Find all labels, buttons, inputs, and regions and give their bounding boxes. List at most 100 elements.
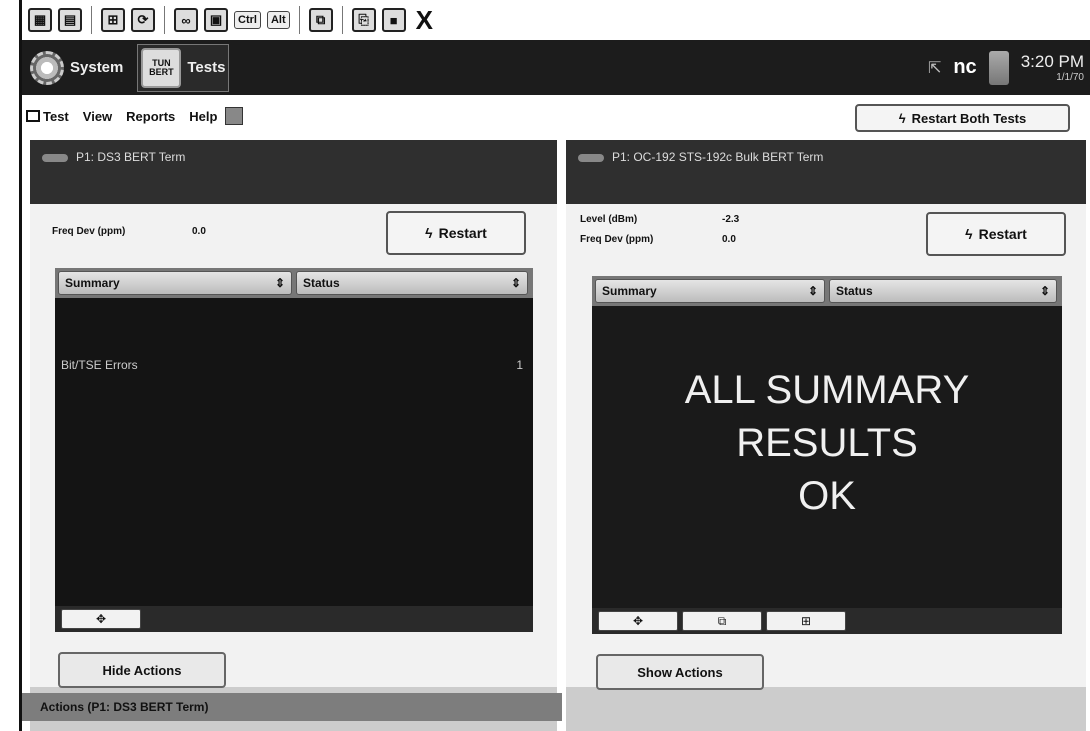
lightning-icon: ϟ <box>425 225 433 241</box>
message-line: RESULTS <box>736 420 918 465</box>
updown-icon: ⇕ <box>1039 284 1050 298</box>
system-label: System <box>70 59 124 76</box>
panel-header: P1: DS3 BERT Term <box>30 140 557 204</box>
result-grid: Bit/TSE Errors 1 <box>55 298 533 606</box>
battery-icon <box>988 50 1009 85</box>
network-icon[interactable]: ⊞ <box>101 8 125 32</box>
restart-both-label: Restart Both Tests <box>911 110 1027 126</box>
toolbar-divider <box>164 6 165 34</box>
summary-category-select[interactable]: Summary ⇕ <box>58 271 292 295</box>
restart-label: Restart <box>438 225 487 241</box>
ctrl-key-button[interactable]: Ctrl <box>234 11 261 29</box>
panel-title: P1: DS3 BERT Term <box>76 150 186 164</box>
pointer-icon: ⇱ <box>927 59 942 77</box>
restart-label: Restart <box>978 226 1027 242</box>
status-category-select[interactable]: Status ⇕ <box>829 279 1057 303</box>
tests-icon-bottom: BERT <box>149 66 174 77</box>
chart-icon[interactable]: ▦ <box>28 8 52 32</box>
freq-dev-value: 0.0 <box>192 226 206 237</box>
top-toolbar: ▦ ▤ ⊞ ⟳ ∞ ▣ Ctrl Alt ⧉ ⎘ ■ X <box>22 0 1090 40</box>
folder-icon[interactable]: ▣ <box>204 8 228 32</box>
help-book-icon[interactable] <box>225 107 244 125</box>
window-left-edge <box>0 0 22 731</box>
test-panel-right: P1: OC-192 STS-192c Bulk BERT Term Level… <box>566 140 1086 731</box>
summary-label: Summary <box>65 276 120 290</box>
result-value: 1 <box>516 358 523 372</box>
tests-label: Tests <box>187 59 226 76</box>
menu-help[interactable]: Help <box>189 109 217 124</box>
hide-actions-button[interactable]: Hide Actions <box>58 652 226 688</box>
menu-test[interactable]: Test <box>26 109 69 124</box>
move-icon: ✥ <box>632 614 644 628</box>
updown-icon: ⇕ <box>807 284 818 298</box>
status-category-select[interactable]: Status ⇕ <box>296 271 528 295</box>
result-row: Bit/TSE Errors 1 <box>61 358 523 372</box>
bert-test-icon: TUN BERT <box>141 47 182 88</box>
result-grid-header: Summary ⇕ Status ⇕ <box>55 268 533 298</box>
test-window-icon <box>26 110 40 122</box>
message-line: OK <box>798 473 856 518</box>
menu-view[interactable]: View <box>83 109 112 124</box>
panel-title: P1: OC-192 STS-192c Bulk BERT Term <box>612 150 824 164</box>
grid-footer: ✥ ⧉ ⊞ <box>592 608 1062 634</box>
restart-button[interactable]: ϟ Restart <box>386 211 526 255</box>
summary-category-select[interactable]: Summary ⇕ <box>595 279 825 303</box>
actions-bar[interactable]: Actions (P1: DS3 BERT Term) <box>22 693 562 721</box>
copy-view-button[interactable]: ⧉ <box>682 611 762 631</box>
status-label: Status <box>836 284 873 298</box>
window-plus-icon: ⊞ <box>800 614 812 628</box>
show-actions-button[interactable]: Show Actions <box>596 654 764 690</box>
all-ok-message: ALL SUMMARY RESULTS OK <box>592 364 1062 522</box>
clock-date: 1/1/70 <box>1056 72 1084 83</box>
menu-reports[interactable]: Reports <box>126 109 175 124</box>
refresh-icon[interactable]: ⟳ <box>131 8 155 32</box>
connection-indicator: nc <box>953 56 977 78</box>
level-label: Level (dBm) <box>580 214 638 225</box>
clock-time: 3:20 PM <box>1020 52 1084 71</box>
system-button[interactable]: System <box>30 50 124 85</box>
level-readout: Level (dBm) -2.3 <box>580 214 739 225</box>
document-icon[interactable]: ▤ <box>58 8 82 32</box>
move-button[interactable]: ✥ <box>598 611 678 631</box>
tests-button[interactable]: TUN BERT Tests <box>137 43 230 92</box>
updown-icon: ⇕ <box>274 276 285 290</box>
freq-dev-label: Freq Dev (ppm) <box>580 234 654 245</box>
alt-key-button[interactable]: Alt <box>266 11 290 29</box>
status-bar: System TUN BERT Tests ⇱ nc 3:20 PM 1/1/7… <box>22 40 1090 95</box>
panel-header: P1: OC-192 STS-192c Bulk BERT Term <box>566 140 1086 204</box>
restart-button[interactable]: ϟ Restart <box>926 212 1066 256</box>
freq-dev-label: Freq Dev (ppm) <box>52 226 126 237</box>
status-label: Status <box>303 276 340 290</box>
panel-body: Freq Dev (ppm) 0.0 ϟ Restart Summary ⇕ S… <box>30 204 557 688</box>
result-label: Bit/TSE Errors <box>61 358 138 372</box>
menu-test-label: Test <box>43 108 69 124</box>
message-line: ALL SUMMARY <box>684 368 970 412</box>
toolbar-divider <box>91 6 92 34</box>
lightning-icon: ϟ <box>898 110 906 126</box>
copy-icon[interactable]: ⧉ <box>308 8 333 32</box>
save-icon[interactable]: ■ <box>381 8 406 32</box>
add-view-button[interactable]: ⊞ <box>766 611 846 631</box>
result-grid: ALL SUMMARY RESULTS OK <box>592 306 1062 608</box>
port-indicator-icon <box>578 154 604 162</box>
close-icon[interactable]: X <box>416 7 433 33</box>
link-icon[interactable]: ∞ <box>174 8 198 32</box>
freq-dev-readout: Freq Dev (ppm) 0.0 <box>580 234 736 245</box>
clock: 3:20 PM 1/1/70 <box>1021 52 1084 83</box>
move-button[interactable]: ✥ <box>61 609 141 629</box>
freq-dev-readout: Freq Dev (ppm) 0.0 <box>52 226 206 237</box>
toolbar-divider <box>298 6 300 34</box>
window-icon: ⧉ <box>717 613 727 628</box>
level-value: -2.3 <box>722 214 740 225</box>
toolbar-divider <box>341 6 343 34</box>
gear-icon <box>30 50 64 85</box>
status-indicators: ⇱ nc 3:20 PM 1/1/70 <box>927 50 1090 85</box>
paste-icon[interactable]: ⎘ <box>351 8 376 32</box>
port-indicator-icon <box>42 154 68 162</box>
move-icon: ✥ <box>95 612 107 626</box>
freq-dev-value: 0.0 <box>722 234 736 245</box>
grid-footer: ✥ <box>55 606 533 632</box>
restart-both-tests-button[interactable]: ϟ Restart Both Tests <box>855 104 1070 132</box>
updown-icon: ⇕ <box>510 276 521 290</box>
summary-label: Summary <box>602 284 657 298</box>
